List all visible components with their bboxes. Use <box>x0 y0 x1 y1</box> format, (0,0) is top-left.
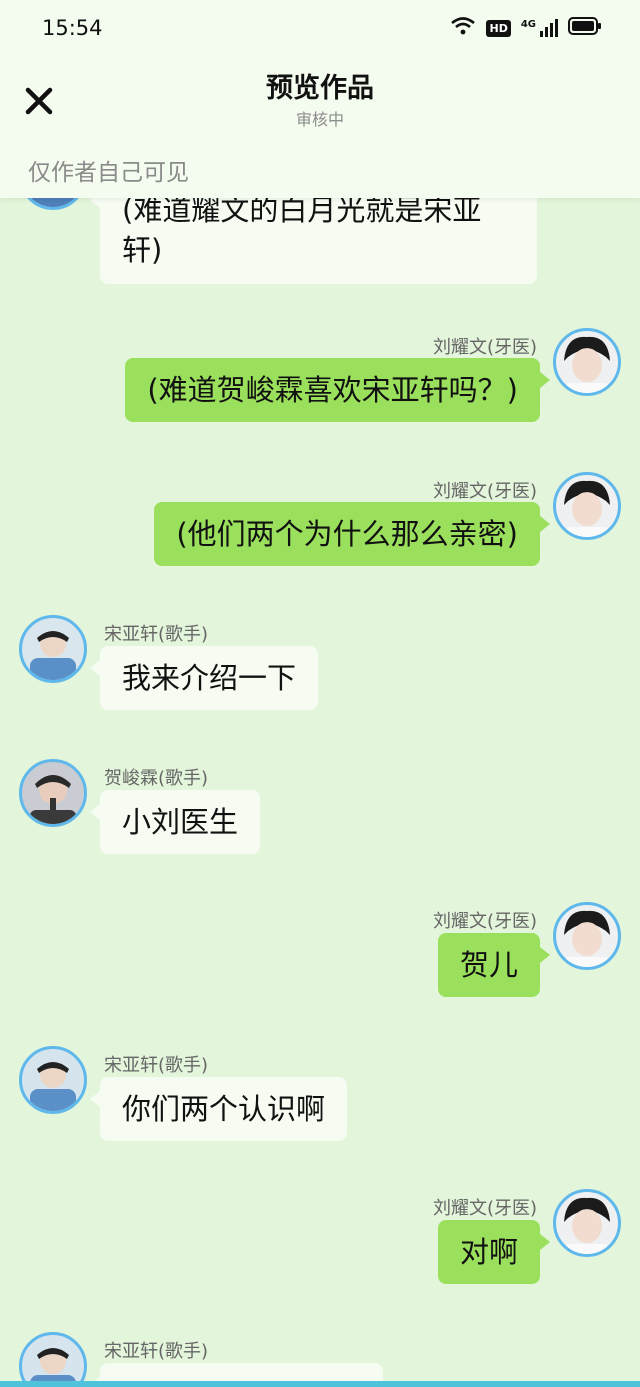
sender-name: 贺峻霖(歌手) <box>104 768 209 789</box>
avatar[interactable] <box>19 1332 87 1387</box>
bottom-strip <box>0 1381 640 1387</box>
message-bubble[interactable]: 小刘医生 <box>89 790 261 854</box>
avatar[interactable] <box>553 472 621 540</box>
avatar[interactable] <box>553 328 621 396</box>
hd-icon: HD <box>486 19 511 37</box>
avatar[interactable] <box>19 1046 87 1114</box>
message-bubble[interactable]: 对啊 <box>437 1220 551 1284</box>
avatar[interactable] <box>553 1189 621 1257</box>
message-bubble[interactable]: (难道贺峻霖喜欢宋亚轩吗？) <box>125 358 550 422</box>
signal-icon: 4G <box>521 19 558 37</box>
avatar[interactable] <box>553 902 621 970</box>
sender-name: 刘耀文(牙医) <box>432 337 537 358</box>
status-subtitle: 审核中 <box>295 110 344 129</box>
message-bubble[interactable]: 贺儿 <box>437 933 551 997</box>
sender-name: 宋亚轩(歌手) <box>104 1341 209 1362</box>
wifi-icon <box>450 16 476 40</box>
sender-name: 宋亚轩(歌手) <box>104 1055 209 1076</box>
message-bubble[interactable]: (他们两个为什么那么亲密) <box>154 502 550 566</box>
nav-bar: 预览作品 审核中 <box>0 56 640 140</box>
status-bar: 15:54 HD 4G <box>0 0 640 56</box>
chat-scroll-area[interactable]: (难道耀文的白月光就是宋亚轩) 刘耀文(牙医) (难道贺峻霖喜欢宋亚轩吗？) 刘… <box>0 0 640 1387</box>
avatar[interactable] <box>19 759 87 827</box>
status-time: 15:54 <box>42 16 103 40</box>
battery-icon <box>568 17 602 39</box>
message-bubble[interactable]: 我来介绍一下 <box>89 646 319 710</box>
visibility-text: 仅作者自己可见 <box>28 160 189 186</box>
sender-name: 刘耀文(牙医) <box>432 911 537 932</box>
page-title: 预览作品 <box>266 73 374 104</box>
visibility-notice: 仅作者自己可见 <box>0 140 640 198</box>
status-icons: HD 4G <box>450 16 602 40</box>
avatar[interactable] <box>19 615 87 683</box>
sender-name: 刘耀文(牙医) <box>432 1198 537 1219</box>
sender-name: 宋亚轩(歌手) <box>104 624 209 645</box>
sender-name: 刘耀文(牙医) <box>432 481 537 502</box>
message-bubble[interactable]: 你们两个认识啊 <box>89 1077 348 1141</box>
